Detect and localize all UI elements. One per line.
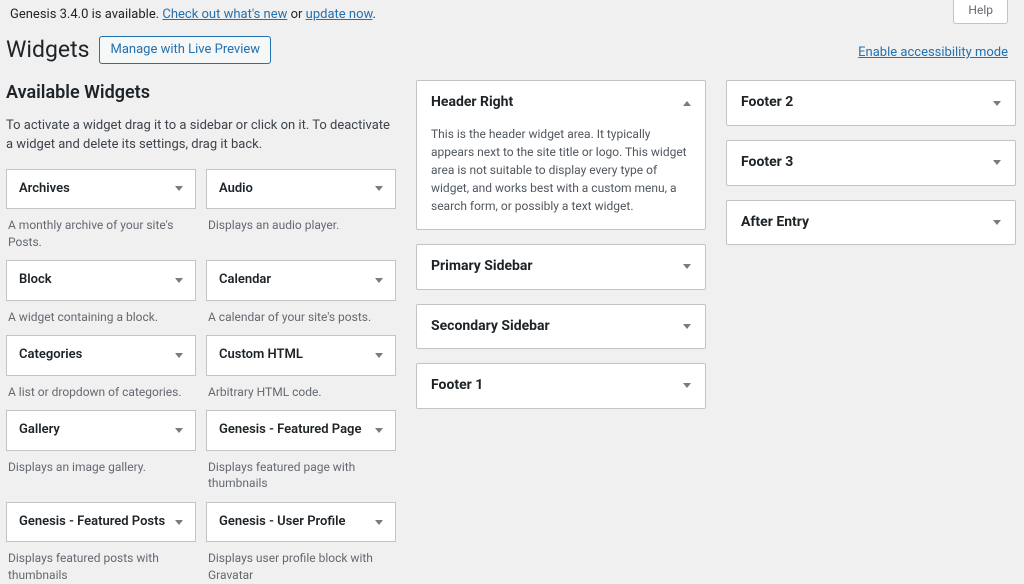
update-notice: Genesis 3.4.0 is available. Check out wh…	[0, 0, 1024, 30]
widget-description: Displays featured posts with thumbnails	[6, 542, 196, 584]
widget-area: Secondary Sidebar	[416, 304, 706, 350]
chevron-down-icon[interactable]	[683, 383, 691, 388]
widget-area-description: This is the header widget area. It typic…	[417, 125, 705, 229]
widget-area-header[interactable]: Primary Sidebar	[417, 245, 705, 289]
widget-title: Genesis - Featured Page	[219, 421, 361, 439]
widget-description: A widget containing a block.	[6, 301, 196, 326]
widget-title: Archives	[19, 180, 70, 198]
widget-area-title: Footer 2	[741, 93, 793, 113]
widget-header[interactable]: Categories	[6, 335, 196, 375]
widget-area-header[interactable]: After Entry	[727, 201, 1015, 245]
chevron-down-icon[interactable]	[683, 264, 691, 269]
widget-description: Displays an audio player.	[206, 209, 396, 234]
whats-new-link[interactable]: Check out what's new	[162, 7, 287, 22]
widget-area-header[interactable]: Footer 2	[727, 81, 1015, 125]
chevron-down-icon[interactable]	[175, 353, 183, 358]
widget-description: A calendar of your site's posts.	[206, 301, 396, 326]
available-widgets-heading: Available Widgets	[6, 80, 396, 105]
widget-description: Displays user profile block with Gravata…	[206, 542, 396, 584]
widget-title: Genesis - Featured Posts	[19, 513, 165, 531]
widget-area-title: Header Right	[431, 93, 513, 113]
widget-area: Header Right This is the header widget ar…	[416, 80, 706, 230]
widget-header[interactable]: Genesis - User Profile	[206, 502, 396, 542]
widget-area: Footer 1	[416, 363, 706, 409]
chevron-down-icon[interactable]	[175, 186, 183, 191]
widget-description: A monthly archive of your site's Posts.	[6, 209, 196, 251]
available-widget: Custom HTML Arbitrary HTML code.	[206, 335, 396, 400]
widget-area-header[interactable]: Footer 1	[417, 364, 705, 408]
widget-title: Audio	[219, 180, 253, 198]
available-widgets-desc: To activate a widget drag it to a sideba…	[6, 116, 396, 155]
available-widget: Genesis - Featured Posts Displays feature…	[6, 502, 196, 584]
chevron-down-icon[interactable]	[375, 353, 383, 358]
widget-title: Categories	[19, 346, 82, 364]
help-button[interactable]: Help	[953, 0, 1008, 24]
chevron-down-icon[interactable]	[175, 278, 183, 283]
widget-header[interactable]: Custom HTML	[206, 335, 396, 375]
widget-description: Arbitrary HTML code.	[206, 376, 396, 401]
chevron-down-icon[interactable]	[993, 160, 1001, 165]
available-widget: Genesis - Featured Page Displays featured…	[206, 410, 396, 492]
widget-area: Footer 2	[726, 80, 1016, 126]
chevron-up-icon[interactable]	[683, 101, 691, 106]
widget-header[interactable]: Genesis - Featured Page	[206, 410, 396, 450]
widget-description: A list or dropdown of categories.	[6, 376, 196, 401]
available-widget: Gallery Displays an image gallery.	[6, 410, 196, 492]
widget-description: Displays featured page with thumbnails	[206, 451, 396, 493]
widget-header[interactable]: Audio	[206, 169, 396, 209]
widget-area-title: After Entry	[741, 213, 809, 233]
chevron-down-icon[interactable]	[375, 520, 383, 525]
widget-area: Footer 3	[726, 140, 1016, 186]
chevron-down-icon[interactable]	[175, 428, 183, 433]
widget-area: After Entry	[726, 200, 1016, 246]
widget-area-title: Primary Sidebar	[431, 257, 533, 277]
chevron-down-icon[interactable]	[375, 428, 383, 433]
widget-description: Displays an image gallery.	[6, 451, 196, 476]
widget-area-title: Secondary Sidebar	[431, 317, 550, 337]
widget-area-title: Footer 3	[741, 153, 793, 173]
widget-area-header[interactable]: Secondary Sidebar	[417, 305, 705, 349]
page-title: Widgets	[6, 34, 89, 66]
available-widget: Calendar A calendar of your site's posts.	[206, 260, 396, 325]
widget-title: Calendar	[219, 271, 271, 289]
chevron-down-icon[interactable]	[175, 520, 183, 525]
widget-header[interactable]: Gallery	[6, 410, 196, 450]
widget-title: Block	[19, 271, 52, 289]
widget-header[interactable]: Calendar	[206, 260, 396, 300]
manage-live-preview-button[interactable]: Manage with Live Preview	[99, 36, 271, 64]
widget-title: Custom HTML	[219, 346, 303, 364]
widget-area-header[interactable]: Footer 3	[727, 141, 1015, 185]
widget-title: Gallery	[19, 421, 60, 439]
widget-area: Primary Sidebar	[416, 244, 706, 290]
available-widget: Archives A monthly archive of your site's…	[6, 169, 196, 251]
enable-accessibility-link[interactable]: Enable accessibility mode	[858, 44, 1008, 62]
available-widget: Genesis - User Profile Displays user prof…	[206, 502, 396, 584]
chevron-down-icon[interactable]	[375, 186, 383, 191]
widget-title: Genesis - User Profile	[219, 513, 346, 531]
chevron-down-icon[interactable]	[993, 101, 1001, 106]
chevron-down-icon[interactable]	[375, 278, 383, 283]
available-widget: Categories A list or dropdown of categori…	[6, 335, 196, 400]
update-now-link[interactable]: update now	[306, 7, 373, 22]
chevron-down-icon[interactable]	[993, 220, 1001, 225]
widget-area-title: Footer 1	[431, 376, 483, 396]
widget-header[interactable]: Block	[6, 260, 196, 300]
available-widget: Block A widget containing a block.	[6, 260, 196, 325]
available-widget: Audio Displays an audio player.	[206, 169, 396, 251]
widget-header[interactable]: Archives	[6, 169, 196, 209]
chevron-down-icon[interactable]	[683, 324, 691, 329]
widget-header[interactable]: Genesis - Featured Posts	[6, 502, 196, 542]
widget-area-header[interactable]: Header Right	[417, 81, 705, 125]
